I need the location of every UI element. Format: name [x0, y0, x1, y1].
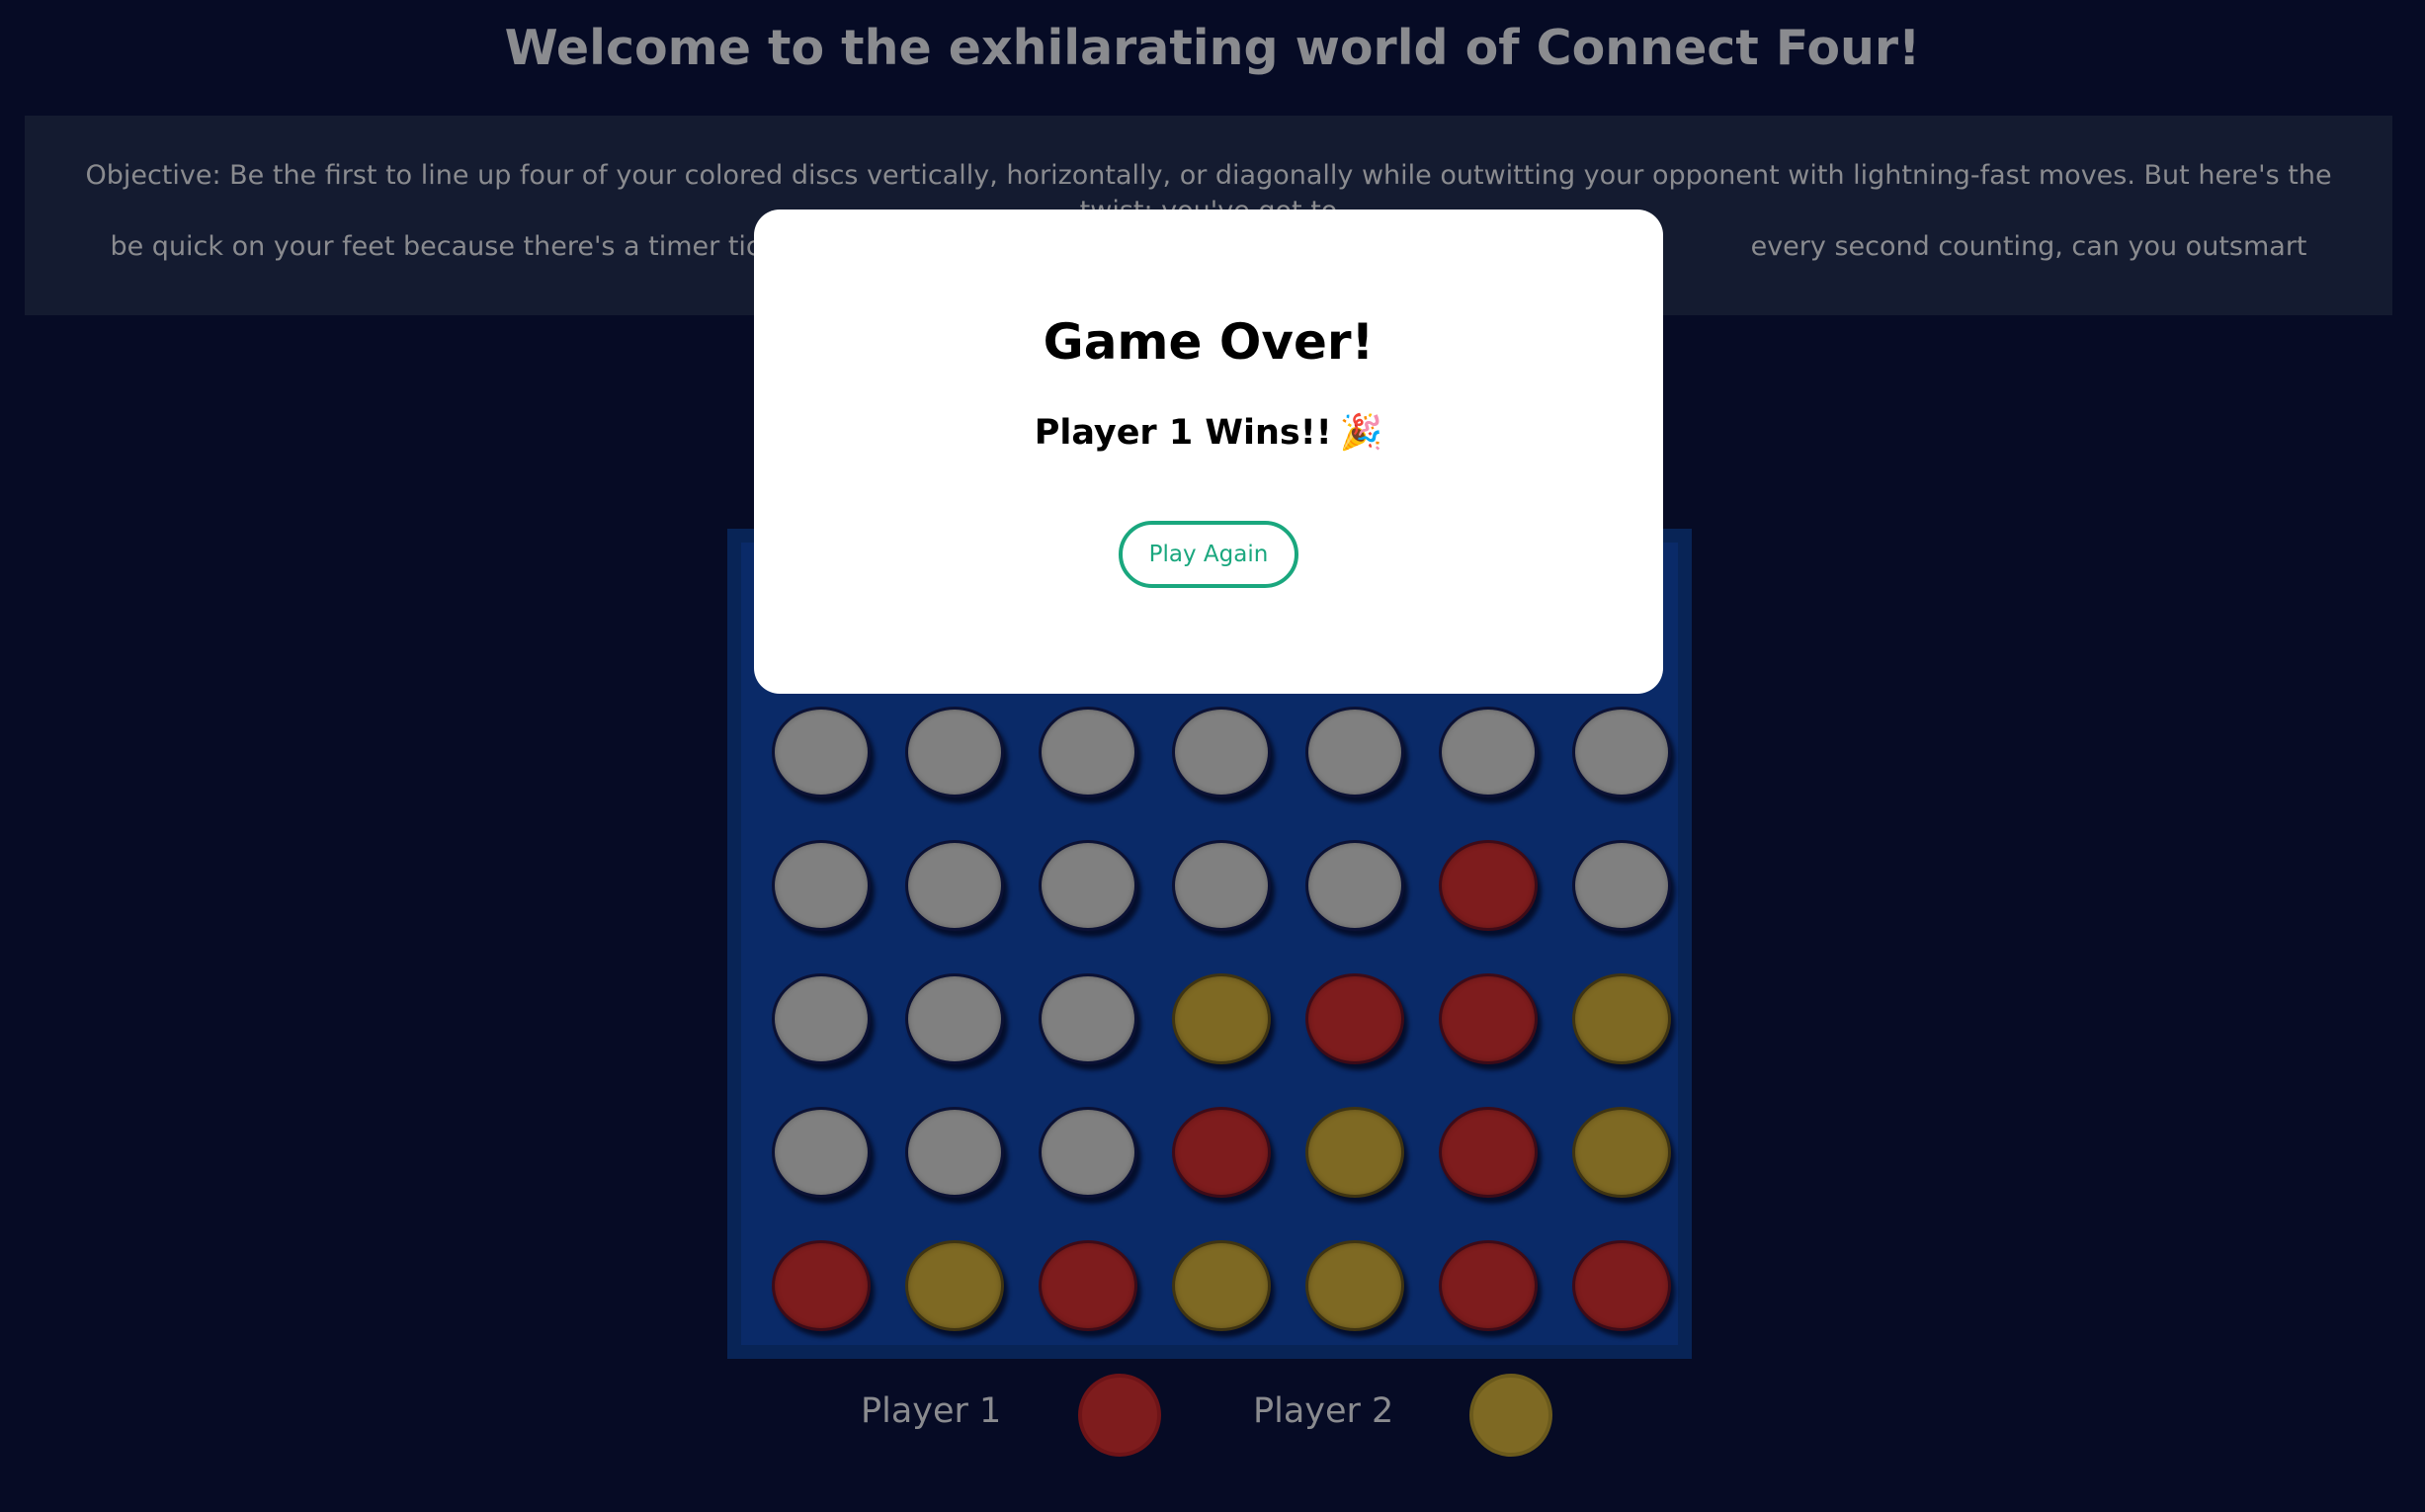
board-slot-r5-c7-p1[interactable]	[1572, 1240, 1671, 1331]
winner-message: Player 1 Wins!! 🎉	[754, 412, 1663, 453]
board-slot-r5-c4-p2[interactable]	[1172, 1240, 1271, 1331]
legend-player-1-disc	[1078, 1374, 1161, 1457]
connect-four-page: Welcome to the exhilarating world of Con…	[0, 0, 2425, 1512]
board-slot-r3-c4-p2[interactable]	[1172, 973, 1271, 1064]
legend-player-2-disc	[1469, 1374, 1552, 1457]
board-slot-r2-c6-p1[interactable]	[1439, 840, 1538, 931]
board-slot-r4-c4-p1[interactable]	[1172, 1107, 1271, 1198]
board-slot-r3-c1-empty[interactable]	[772, 973, 871, 1064]
board-slot-r3-c5-p1[interactable]	[1305, 973, 1404, 1064]
board-slot-r4-c1-empty[interactable]	[772, 1107, 871, 1198]
legend-player-1-label: Player 1	[861, 1391, 1002, 1431]
objective-line-2: be quick on your feet because there's a …	[110, 231, 865, 262]
board-slot-r3-c6-p1[interactable]	[1439, 973, 1538, 1064]
board-slot-r2-c4-empty[interactable]	[1172, 840, 1271, 931]
page-title: Welcome to the exhilarating world of Con…	[504, 20, 1921, 76]
board-slot-r3-c3-empty[interactable]	[1039, 973, 1137, 1064]
board-slot-r5-c1-p1[interactable]	[772, 1240, 871, 1331]
modal-title: Game Over!	[1043, 313, 1375, 371]
party-popper-icon: 🎉	[1339, 413, 1383, 453]
play-again-button[interactable]: Play Again	[1119, 521, 1298, 588]
board-slot-r2-c2-empty[interactable]	[905, 840, 1004, 931]
board-slot-r4-c6-p1[interactable]	[1439, 1107, 1538, 1198]
board-slot-r1-c7-empty[interactable]	[1572, 707, 1671, 798]
board-slot-r1-c5-empty[interactable]	[1305, 707, 1404, 798]
board-slot-r5-c2-p2[interactable]	[905, 1240, 1004, 1331]
board-slot-r1-c2-empty[interactable]	[905, 707, 1004, 798]
board-slot-r2-c1-empty[interactable]	[772, 840, 871, 931]
board-slot-r1-c1-empty[interactable]	[772, 707, 871, 798]
board-slot-r5-c6-p1[interactable]	[1439, 1240, 1538, 1331]
board-slot-r2-c5-empty[interactable]	[1305, 840, 1404, 931]
board-slot-r4-c2-empty[interactable]	[905, 1107, 1004, 1198]
board-slot-r1-c3-empty[interactable]	[1039, 707, 1137, 798]
board-slot-r4-c5-p2[interactable]	[1305, 1107, 1404, 1198]
board-slot-r2-c7-empty[interactable]	[1572, 840, 1671, 931]
winner-text: Player 1 Wins!!	[1034, 413, 1332, 453]
board-slot-r5-c3-p1[interactable]	[1039, 1240, 1137, 1331]
board-slot-r2-c3-empty[interactable]	[1039, 840, 1137, 931]
legend-player-2-label: Player 2	[1253, 1391, 1394, 1431]
board-slot-r1-c6-empty[interactable]	[1439, 707, 1538, 798]
board-slot-r1-c4-empty[interactable]	[1172, 707, 1271, 798]
board-slot-r4-c7-p2[interactable]	[1572, 1107, 1671, 1198]
board-slot-r3-c2-empty[interactable]	[905, 973, 1004, 1064]
game-over-modal: Game Over! Player 1 Wins!! 🎉 Play Again	[754, 210, 1663, 694]
board-slot-r3-c7-p2[interactable]	[1572, 973, 1671, 1064]
board-slot-r5-c5-p2[interactable]	[1305, 1240, 1404, 1331]
board-slot-r4-c3-empty[interactable]	[1039, 1107, 1137, 1198]
